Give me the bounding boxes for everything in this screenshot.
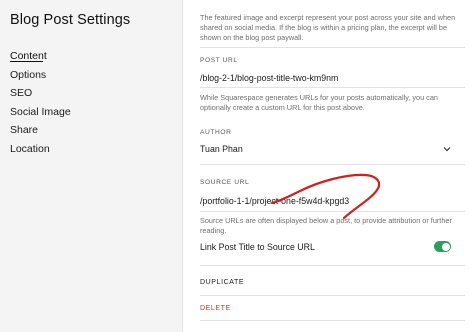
duplicate-button[interactable]: DUPLICATE (200, 279, 244, 286)
link-title-toggle-label: Link Post Title to Source URL (200, 242, 315, 252)
sidebar-item-options[interactable]: Options (10, 66, 71, 85)
sidebar: Blog Post Settings Content Options SEO S… (0, 0, 183, 332)
chevron-down-icon (443, 147, 451, 152)
content-panel: The featured image and excerpt represent… (192, 0, 474, 332)
sidebar-item-social-image[interactable]: Social Image (10, 103, 71, 122)
divider (200, 320, 465, 321)
post-url-help-text: While Squarespace generates URLs for you… (200, 93, 438, 112)
toggle-knob (441, 242, 450, 251)
panel-title: Blog Post Settings (10, 12, 131, 28)
divider (200, 164, 465, 165)
intro-text: The featured image and excerpt represent… (200, 13, 456, 42)
source-url-help-text: Source URLs are often displayed below a … (200, 216, 452, 235)
source-url-input[interactable] (200, 193, 458, 209)
source-url-label: SOURCE URL (200, 179, 250, 186)
sidebar-nav: Content Options SEO Social Image Share L… (10, 47, 71, 158)
divider (200, 295, 465, 296)
delete-button[interactable]: DELETE (200, 305, 231, 312)
divider (200, 47, 465, 48)
link-title-toggle[interactable] (434, 241, 451, 252)
author-value: Tuan Phan (200, 144, 243, 154)
sidebar-item-share[interactable]: Share (10, 121, 71, 140)
post-url-field[interactable]: /blog-2-1/blog-post-title-two-km9nm (200, 73, 338, 83)
sidebar-item-content[interactable]: Content (10, 47, 71, 66)
sidebar-item-location[interactable]: Location (10, 140, 71, 159)
author-select[interactable]: Tuan Phan (200, 142, 458, 158)
divider (200, 87, 465, 88)
divider (200, 211, 465, 212)
post-url-label: POST URL (200, 57, 238, 64)
divider (200, 265, 465, 266)
active-item-underline (10, 61, 43, 62)
link-title-toggle-row: Link Post Title to Source URL (200, 240, 458, 254)
sidebar-item-seo[interactable]: SEO (10, 84, 71, 103)
author-label: AUTHOR (200, 129, 232, 136)
